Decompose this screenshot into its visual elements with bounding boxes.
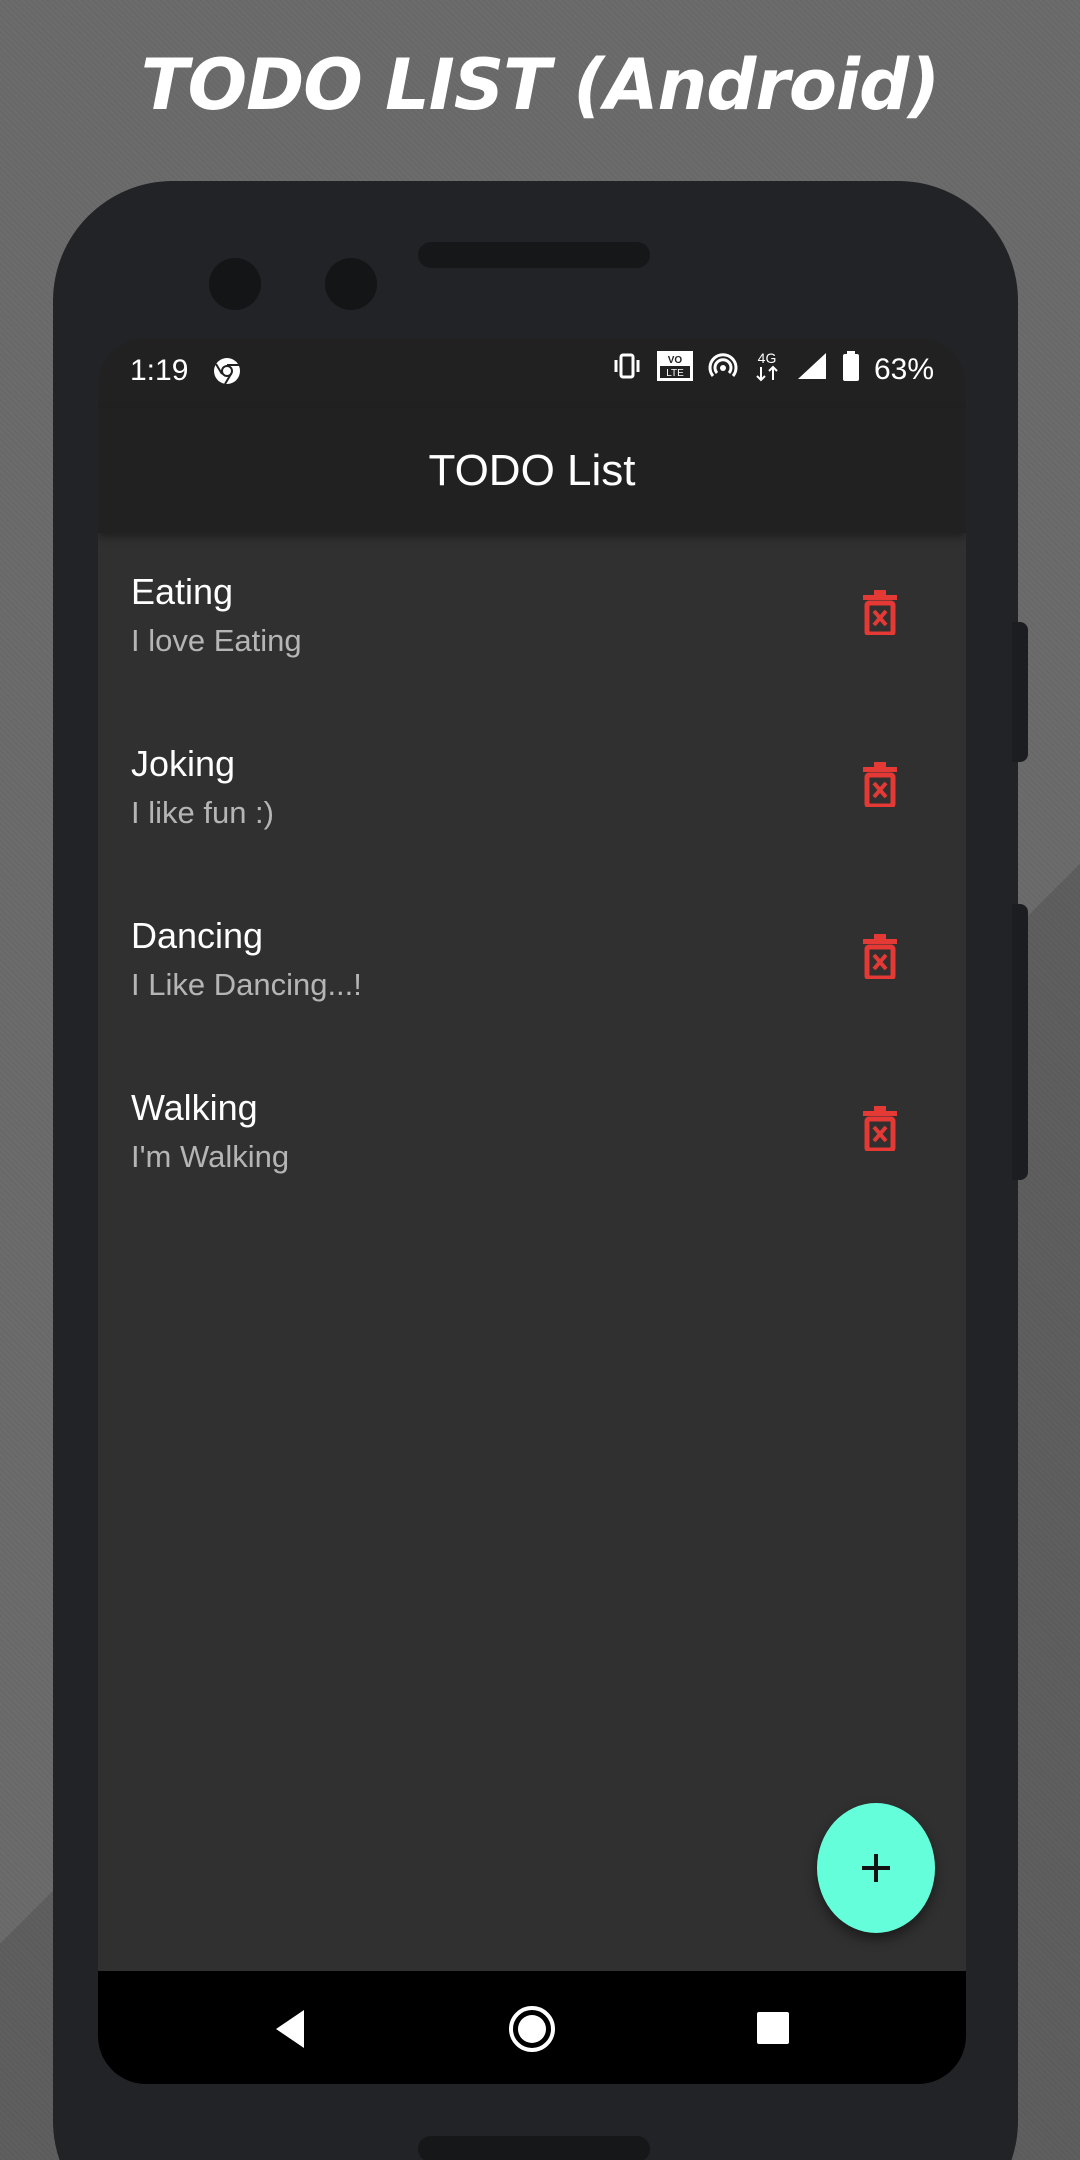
- delete-button[interactable]: [863, 933, 897, 981]
- app-screen: 1:19 VO LTE 4G 63% TODO List Eating I lo…: [98, 338, 966, 2084]
- 4g-icon: 4G: [752, 350, 782, 389]
- todo-title: Walking: [131, 1087, 258, 1128]
- todo-item-eating[interactable]: Eating I love Eating: [98, 533, 966, 705]
- volume-button: [1012, 904, 1028, 1180]
- home-button[interactable]: [508, 2005, 556, 2057]
- todo-title: Eating: [131, 571, 234, 612]
- delete-button[interactable]: [863, 589, 897, 637]
- add-todo-button[interactable]: [817, 1803, 935, 1933]
- phone-bottom-speaker: [418, 2136, 650, 2160]
- status-time: 1:19: [130, 354, 189, 387]
- recents-icon: [757, 2012, 789, 2044]
- todo-item-joking[interactable]: Joking I like fun :): [98, 705, 966, 877]
- delete-icon: [863, 1106, 897, 1153]
- home-icon: [509, 2006, 555, 2052]
- page-title: TODO List: [428, 445, 636, 495]
- delete-icon: [863, 934, 897, 981]
- power-button: [1012, 622, 1028, 762]
- todo-description: I love Eating: [131, 623, 302, 658]
- todo-description: I'm Walking: [131, 1139, 290, 1174]
- navigation-bar: [98, 1971, 966, 2084]
- vibrate-icon: [612, 351, 642, 388]
- recents-button[interactable]: [756, 2011, 790, 2049]
- todo-title: Dancing: [131, 915, 264, 956]
- todo-title: Joking: [131, 743, 236, 784]
- status-bar: 1:19 VO LTE 4G 63%: [98, 338, 966, 408]
- plus-icon: [862, 1854, 890, 1882]
- signal-icon: [796, 351, 828, 388]
- todo-list: Eating I love Eating Joking I like fun :…: [98, 533, 966, 1221]
- back-icon: [276, 2010, 304, 2048]
- battery-percent: 63%: [873, 352, 934, 386]
- todo-description: I Like Dancing...!: [131, 967, 362, 1002]
- todo-item-dancing[interactable]: Dancing I Like Dancing...!: [98, 877, 966, 1049]
- volte-icon: VO LTE: [656, 350, 694, 389]
- back-button[interactable]: [274, 2009, 306, 2053]
- chrome-icon: [212, 356, 242, 393]
- todo-description: I like fun :): [131, 795, 274, 830]
- phone-speaker: [418, 242, 650, 268]
- battery-icon: [842, 350, 860, 389]
- promo-title: TODO LIST (Android): [140, 44, 940, 126]
- front-sensor: [325, 258, 377, 310]
- network-label: 4G: [758, 350, 777, 366]
- svg-text:VO: VO: [668, 355, 683, 366]
- delete-button[interactable]: [863, 1105, 897, 1153]
- status-icons: VO LTE 4G 63%: [612, 350, 934, 389]
- delete-icon: [863, 762, 897, 809]
- todo-item-walking[interactable]: Walking I'm Walking: [98, 1049, 966, 1221]
- app-bar: TODO List: [98, 408, 966, 533]
- delete-button[interactable]: [863, 761, 897, 809]
- hotspot-icon: [708, 351, 738, 388]
- svg-text:LTE: LTE: [666, 368, 684, 379]
- delete-icon: [863, 590, 897, 637]
- front-camera: [209, 258, 261, 310]
